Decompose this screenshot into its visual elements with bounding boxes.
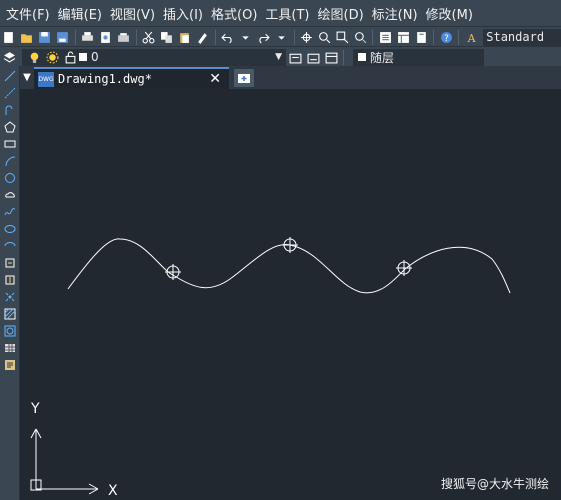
separator [293,29,295,45]
ucs-x-label: X [108,483,118,499]
zoom-previous-icon[interactable] [353,30,367,44]
menu-item-3[interactable]: 插入(I) [163,4,203,23]
svg-text:?: ? [444,33,449,43]
new-drawing-icon [238,74,250,83]
separator [372,29,374,45]
chevron-down-icon[interactable]: ▼ [275,52,282,62]
dwg-file-icon: DWG [38,71,54,87]
color-swatch [358,53,366,61]
draw-toolbar [0,66,20,500]
separator [74,29,76,45]
make-block-icon[interactable] [2,272,17,287]
menu-item-1[interactable]: 编辑(E) [58,4,102,23]
insert-block-icon[interactable] [2,255,17,270]
zoom-window-icon[interactable] [335,30,349,44]
separator [343,49,344,65]
layer-toolbar: 0 ▼ 随层 [0,46,561,67]
design-center-icon[interactable] [396,30,410,44]
new-icon[interactable] [2,30,16,44]
document-tab-strip: ▼ DWG Drawing1.dwg* ✕ [20,66,561,89]
undo-icon[interactable] [221,30,235,44]
lock-icon[interactable] [63,50,77,64]
copy-icon[interactable] [160,30,174,44]
layer-color-swatch [79,53,87,61]
polyline-icon[interactable] [2,102,17,117]
point-icon[interactable] [2,289,17,304]
grip-point-2[interactable] [282,237,298,253]
open-icon[interactable] [20,30,34,44]
cut-icon[interactable] [142,30,156,44]
text-style-value: Standard [486,30,545,44]
circle-icon[interactable] [2,170,17,185]
layer-previous-icon[interactable] [306,50,320,64]
print-icon[interactable] [81,30,95,44]
menu-item-2[interactable]: 视图(V) [110,4,155,23]
help-icon[interactable]: ? [439,30,453,44]
menu-item-4[interactable]: 格式(O) [211,4,257,23]
redo-dropdown-icon[interactable] [275,30,289,44]
pan-icon[interactable] [300,30,314,44]
separator [433,29,435,45]
tab-drawing1[interactable]: DWG Drawing1.dwg* ✕ [34,67,229,89]
make-current-layer-icon[interactable] [288,50,302,64]
ucs-icon: Y X [30,401,118,499]
menu-item-0[interactable]: 文件(F) [6,4,50,23]
layer-state: 0 [25,50,99,64]
text-style-combo[interactable]: Standard [483,28,561,46]
text-style-icon[interactable]: A [464,30,478,44]
svg-text:A: A [466,31,475,43]
separator [135,29,137,45]
ellipse-arc-icon[interactable] [2,238,17,253]
menu-item-5[interactable]: 工具(T) [265,4,309,23]
layer-states-icon[interactable] [324,50,338,64]
layer-combo[interactable]: 0 ▼ [22,48,286,66]
undo-dropdown-icon[interactable] [239,30,253,44]
region-icon[interactable] [2,323,17,338]
zoom-realtime-icon[interactable] [318,30,332,44]
mtext-icon[interactable] [2,357,17,372]
revcloud-icon[interactable] [2,187,17,202]
spline-curve[interactable] [67,238,511,294]
plot-icon[interactable] [117,30,131,44]
construction-line-icon[interactable] [2,85,17,100]
menu-item-6[interactable]: 绘图(D) [318,4,364,23]
grip-point-3[interactable] [396,260,412,276]
line-icon[interactable] [2,68,17,83]
close-icon[interactable]: ✕ [209,71,221,87]
watermark: 搜狐号@大水牛测绘 [440,477,549,491]
tool-palette-icon[interactable] [414,30,428,44]
layer-manager-icon[interactable] [2,50,16,64]
menu-bar: 文件(F) 编辑(E) 视图(V) 插入(I) 格式(O) 工具(T) 绘图(D) 标注(N)… [0,0,561,26]
paste-icon[interactable] [178,30,192,44]
menu-item-7[interactable]: 标注(N) [372,4,418,23]
save-icon[interactable] [38,30,52,44]
linetype-value: 随层 [370,50,395,65]
table-icon[interactable] [2,340,17,355]
preview-icon[interactable] [99,30,113,44]
polygon-icon[interactable] [2,119,17,134]
properties-icon[interactable] [378,30,392,44]
lightbulb-icon[interactable] [27,50,41,64]
arc-icon[interactable] [2,153,17,168]
matchprop-icon[interactable] [196,30,210,44]
rectangle-icon[interactable] [2,136,17,151]
spline-icon[interactable] [2,204,17,219]
separator [214,29,216,45]
drawing-canvas[interactable]: Y X [20,89,561,500]
layer-name: 0 [91,50,99,64]
standard-toolbar: ? A Standard [0,26,561,47]
grip-point-1[interactable] [165,264,181,280]
separator [458,29,460,45]
tab-label: Drawing1.dwg* [58,72,152,86]
sun-icon[interactable] [45,50,59,64]
linetype-combo[interactable]: 随层 [353,48,484,66]
redo-icon[interactable] [257,30,271,44]
hatch-icon[interactable] [2,306,17,321]
saveas-icon[interactable] [56,30,70,44]
ucs-y-label: Y [30,401,40,417]
new-tab-button[interactable] [234,69,254,87]
menu-item-8[interactable]: 修改(M) [426,4,473,23]
tab-menu-icon[interactable]: ▼ [20,66,34,89]
ellipse-icon[interactable] [2,221,17,236]
